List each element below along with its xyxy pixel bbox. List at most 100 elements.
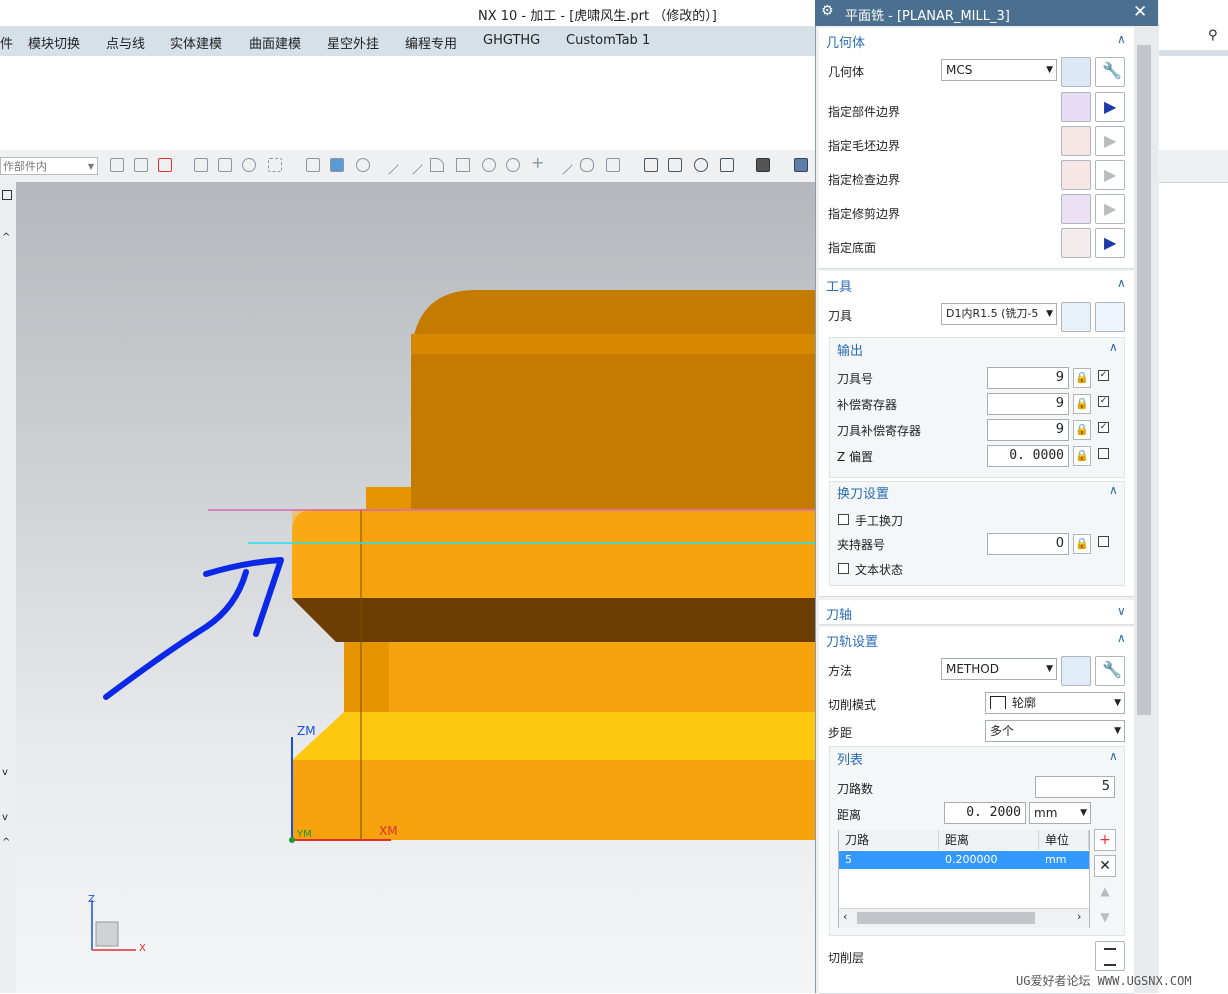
tab-solid-modeling[interactable]: 实体建模 bbox=[170, 33, 222, 52]
lock-icon[interactable]: 🔒 bbox=[1073, 446, 1091, 466]
table-hscrollbar[interactable]: ‹ › bbox=[839, 908, 1089, 928]
intersect-icon[interactable] bbox=[456, 158, 470, 172]
point-icon[interactable] bbox=[194, 158, 208, 172]
method-dropdown[interactable]: METHOD ▼ bbox=[941, 658, 1057, 680]
flashlight-icon[interactable]: ▶ bbox=[1095, 92, 1125, 122]
tab-ghgthg[interactable]: GHGTHG bbox=[483, 33, 540, 48]
vertex-icon[interactable] bbox=[356, 158, 370, 172]
tab-customtab[interactable]: CustomTab 1 bbox=[566, 33, 650, 48]
hscroll-thumb[interactable] bbox=[857, 912, 1035, 924]
lock-icon[interactable]: 🔒 bbox=[1073, 394, 1091, 414]
new-tool-button[interactable] bbox=[1061, 302, 1091, 332]
adjust-register-input[interactable]: 9 bbox=[987, 393, 1069, 415]
chevron-up-icon[interactable]: ∧ bbox=[1109, 340, 1118, 354]
close-icon[interactable]: ✕ bbox=[1133, 2, 1147, 22]
z-offset-input[interactable]: 0. 0000 bbox=[987, 445, 1069, 467]
text-state-checkbox[interactable] bbox=[838, 563, 849, 574]
graphics-window[interactable]: ZM XM YM Z X bbox=[16, 182, 816, 993]
cutcom-register-checkbox[interactable]: ✓ bbox=[1098, 422, 1109, 433]
face-icon[interactable] bbox=[580, 158, 594, 172]
path-settings-header[interactable]: 刀轨设置 bbox=[826, 631, 878, 650]
select-filter-icon[interactable] bbox=[110, 158, 124, 172]
chevron-down-icon[interactable]: ∨ bbox=[1117, 604, 1126, 618]
background-icon[interactable] bbox=[794, 158, 808, 172]
z-offset-checkbox[interactable] bbox=[1098, 448, 1109, 459]
polygon-icon[interactable] bbox=[242, 158, 256, 172]
resource-square-icon[interactable] bbox=[2, 190, 12, 200]
cross-icon[interactable]: + bbox=[531, 153, 546, 172]
selection-scope-dropdown[interactable]: 作部件内 ▼ bbox=[0, 157, 98, 175]
table-cell[interactable]: 5 bbox=[839, 851, 939, 869]
tool-axis-header[interactable]: 刀轴 bbox=[826, 604, 852, 623]
adjust-register-checkbox[interactable]: ✓ bbox=[1098, 396, 1109, 407]
chevron-up-icon[interactable]: ∧ bbox=[1109, 749, 1118, 763]
manual-toolchange-checkbox[interactable] bbox=[838, 514, 849, 525]
add-pass-icon[interactable]: + bbox=[1094, 829, 1116, 851]
snap-point-icon[interactable] bbox=[158, 158, 172, 172]
tab-surface-modeling[interactable]: 曲面建模 bbox=[249, 33, 301, 52]
search-box[interactable]: ⚲ bbox=[1158, 26, 1228, 50]
toolchange-header[interactable]: 换刀设置 bbox=[837, 483, 889, 502]
cut-pattern-dropdown[interactable]: 轮廓 ▼ bbox=[985, 692, 1125, 714]
zoom-icon[interactable] bbox=[668, 158, 682, 172]
stepover-dropdown[interactable]: 多个 ▼ bbox=[985, 720, 1125, 742]
blank-boundary-button[interactable] bbox=[1061, 126, 1091, 156]
chevron-up-icon[interactable]: ∧ bbox=[1109, 483, 1118, 497]
fit-view-icon[interactable] bbox=[644, 158, 658, 172]
chevron-down-icon[interactable]: v bbox=[2, 812, 8, 823]
tool-number-checkbox[interactable]: ✓ bbox=[1098, 370, 1109, 381]
chevron-left-icon[interactable]: ‹ bbox=[843, 910, 847, 923]
solid-icon[interactable] bbox=[306, 158, 320, 172]
chevron-right-icon[interactable]: › bbox=[1077, 910, 1081, 923]
cutcom-register-input[interactable]: 9 bbox=[987, 419, 1069, 441]
chevron-up-icon[interactable]: ∧ bbox=[1117, 631, 1126, 645]
grid-icon[interactable] bbox=[606, 158, 620, 172]
tool-dropdown[interactable]: D1内R1.5 (铣刀-5 ▼ bbox=[941, 303, 1057, 325]
tab-module-switch[interactable]: 模块切换 bbox=[28, 33, 80, 52]
edit-tool-button[interactable] bbox=[1095, 302, 1125, 332]
geometry-dropdown[interactable]: MCS ▼ bbox=[941, 59, 1057, 81]
delete-pass-icon[interactable]: ✕ bbox=[1094, 855, 1116, 877]
tab-programming[interactable]: 编程专用 bbox=[405, 33, 457, 52]
lock-icon[interactable]: 🔒 bbox=[1073, 368, 1091, 388]
flashlight-icon[interactable]: ▶ bbox=[1095, 228, 1125, 258]
floor-button[interactable] bbox=[1061, 228, 1091, 258]
col-unit[interactable]: 单位 bbox=[1039, 830, 1089, 850]
passes-input[interactable]: 5 bbox=[1035, 776, 1115, 798]
dialog-scroll-thumb[interactable] bbox=[1137, 45, 1151, 715]
chevron-up-icon[interactable]: ^ bbox=[2, 232, 10, 243]
col-pass[interactable]: 刀路 bbox=[839, 830, 939, 850]
cut-levels-button[interactable] bbox=[1095, 941, 1125, 971]
search-icon[interactable]: ⚲ bbox=[1208, 28, 1218, 43]
check-boundary-button[interactable] bbox=[1061, 160, 1091, 190]
new-geometry-button[interactable] bbox=[1061, 57, 1091, 87]
lock-icon[interactable]: 🔒 bbox=[1073, 420, 1091, 440]
distance-input[interactable]: 0. 2000 bbox=[944, 802, 1026, 824]
chevron-up-icon[interactable]: ^ bbox=[2, 837, 10, 848]
holder-number-checkbox[interactable] bbox=[1098, 536, 1109, 547]
holder-number-input[interactable]: 0 bbox=[987, 533, 1069, 555]
chevron-down-icon[interactable]: v bbox=[2, 767, 8, 778]
table-cell[interactable]: mm bbox=[1039, 851, 1089, 869]
tab-partial[interactable]: 件 bbox=[0, 33, 13, 52]
shaded-view-icon[interactable] bbox=[330, 158, 344, 172]
new-method-button[interactable] bbox=[1061, 656, 1091, 686]
tab-plugin[interactable]: 星空外挂 bbox=[327, 33, 379, 52]
select-mode-icon[interactable] bbox=[134, 158, 148, 172]
part-boundary-button[interactable] bbox=[1061, 92, 1091, 122]
distance-unit-dropdown[interactable]: mm ▼ bbox=[1029, 802, 1091, 824]
tool-header[interactable]: 工具 bbox=[826, 276, 852, 295]
endpoint-icon[interactable] bbox=[218, 158, 232, 172]
tool-number-input[interactable]: 9 bbox=[987, 367, 1069, 389]
tab-point-line[interactable]: 点与线 bbox=[106, 33, 145, 52]
chevron-up-icon[interactable]: ∧ bbox=[1117, 32, 1126, 46]
trim-boundary-button[interactable] bbox=[1061, 194, 1091, 224]
list-header[interactable]: 列表 bbox=[837, 749, 863, 768]
wrench-icon[interactable]: 🔧 bbox=[1095, 57, 1125, 87]
render-style-icon[interactable] bbox=[756, 158, 770, 172]
arc-icon[interactable] bbox=[430, 158, 444, 172]
col-distance[interactable]: 距离 bbox=[939, 830, 1039, 850]
orient-view-icon[interactable] bbox=[720, 158, 734, 172]
chevron-up-icon[interactable]: ∧ bbox=[1117, 276, 1126, 290]
quadrant-icon[interactable] bbox=[506, 158, 520, 172]
